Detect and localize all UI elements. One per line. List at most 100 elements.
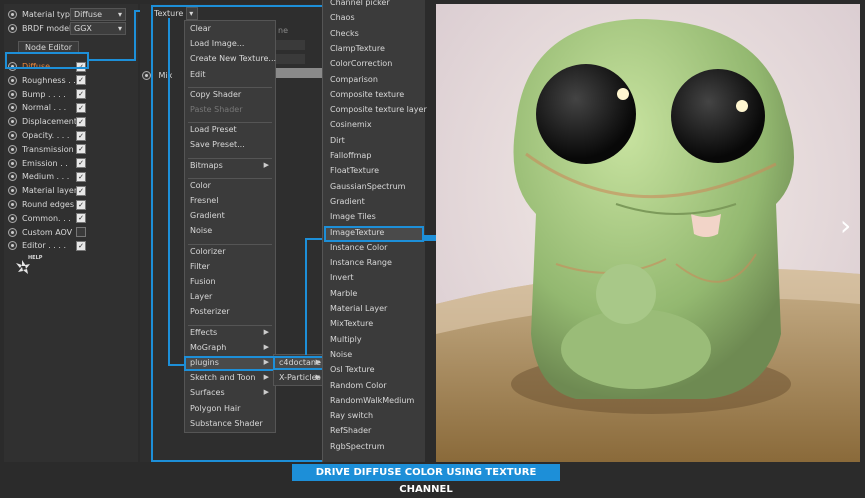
texture-list-item[interactable]: Material Layer [330,304,387,313]
menu-item-effects[interactable]: Effects [190,328,217,337]
radio-icon[interactable] [8,24,17,33]
channel-row[interactable]: Emission . . ✓ [8,157,86,170]
menu-item-create-new-texture[interactable]: Create New Texture... [190,54,276,63]
texture-list-item[interactable]: RgbSpectrum [330,442,384,451]
checkbox[interactable]: ✓ [76,199,86,210]
radio-icon[interactable] [8,172,17,182]
texture-header[interactable]: Texture ▾ [154,7,199,20]
menu-item-fusion[interactable]: Fusion [190,277,216,286]
radio-icon[interactable] [8,227,17,237]
channel-row[interactable]: Opacity. . . . ✓ [8,129,86,142]
texture-list-item[interactable]: Composite texture layer [330,105,427,114]
radio-icon[interactable] [8,158,17,168]
radio-icon[interactable] [8,241,17,251]
menu-item-colorizer[interactable]: Colorizer [190,247,226,256]
texture-list-item[interactable]: GaussianSpectrum [330,182,405,191]
checkbox[interactable]: ✓ [76,130,86,141]
menu-item-surfaces[interactable]: Surfaces [190,388,225,397]
checkbox[interactable]: ✓ [76,158,86,169]
radio-icon[interactable] [142,71,151,80]
brdf-select[interactable]: GGX ▾ [70,22,126,35]
texture-list-item[interactable]: Chaos [330,13,355,22]
menu-item-edit[interactable]: Edit [190,70,206,79]
help-icon[interactable]: HELP [12,255,42,280]
texture-list-item[interactable]: Noise [330,350,352,359]
menu-item-color[interactable]: Color [190,181,211,190]
texture-list-item[interactable]: RandomWalkMedium [330,396,414,405]
material-type-select[interactable]: Diffuse ▾ [70,8,126,21]
menu-item-paste-shader[interactable]: Paste Shader [190,105,242,114]
menu-item-gradient[interactable]: Gradient [190,211,225,220]
texture-list-item[interactable]: Invert [330,273,354,282]
checkbox[interactable] [76,227,86,238]
radio-icon[interactable] [8,117,17,127]
channel-row[interactable]: Editor . . . . ✓ [8,239,86,252]
texture-list-item[interactable]: Random Color [330,381,387,390]
texture-list-item[interactable]: RefShader [330,426,371,435]
texture-list-item[interactable]: FloatTexture [330,166,379,175]
texture-list-item[interactable]: Dirt [330,136,345,145]
channel-row[interactable]: Bump . . . . ✓ [8,88,86,101]
checkbox[interactable]: ✓ [76,116,86,127]
menu-item-mograph[interactable]: MoGraph [190,343,226,352]
checkbox[interactable]: ✓ [76,171,86,182]
radio-icon[interactable] [8,144,17,154]
channel-row[interactable]: Common. . . ✓ [8,212,86,225]
menu-item-copy-shader[interactable]: Copy Shader [190,90,241,99]
channel-row[interactable]: Material layer ✓ [8,184,86,197]
checkbox[interactable]: ✓ [76,185,86,196]
texture-list-item[interactable]: Instance Range [330,258,392,267]
texture-list-item[interactable]: Image Tiles [330,212,376,221]
channel-row[interactable]: Medium . . . ✓ [8,170,86,183]
channel-row[interactable]: Roughness . . ✓ [8,74,86,87]
texture-list-item[interactable]: Checks [330,29,359,38]
radio-icon[interactable] [8,131,17,140]
radio-icon[interactable] [8,89,17,99]
menu-item-polygon-hair[interactable]: Polygon Hair [190,404,240,413]
texture-list-item[interactable]: Marble [330,289,357,298]
texture-list-item[interactable]: Cosinemix [330,120,372,129]
submenu-item-c4doctane[interactable]: c4doctane [279,358,321,367]
texture-list-item[interactable]: Falloffmap [330,151,371,160]
texture-list-item[interactable]: ColorCorrection [330,59,392,68]
channel-row[interactable]: Displacement ✓ [8,115,86,128]
texture-list-item[interactable]: ImageTexture [330,228,384,237]
texture-list-item[interactable]: Multiply [330,335,362,344]
texture-list-item[interactable]: Channel picker [330,0,390,7]
checkbox[interactable]: ✓ [76,213,86,224]
checkbox[interactable]: ✓ [76,75,86,86]
menu-item-load-image[interactable]: Load Image... [190,39,244,48]
texture-list-item[interactable]: MixTexture [330,319,373,328]
checkbox[interactable]: ✓ [76,240,86,251]
channel-row[interactable]: Transmission ✓ [8,143,86,156]
radio-icon[interactable] [8,200,17,209]
menu-item-fresnel[interactable]: Fresnel [190,196,218,205]
radio-icon[interactable] [8,10,17,19]
menu-item-load-preset[interactable]: Load Preset [190,125,237,134]
menu-item-layer[interactable]: Layer [190,292,212,301]
menu-item-noise[interactable]: Noise [190,226,212,235]
menu-item-sketch-and-toon[interactable]: Sketch and Toon [190,373,255,382]
radio-icon[interactable] [8,103,17,113]
checkbox[interactable]: ✓ [76,89,86,100]
texture-list-item[interactable]: Composite texture [330,90,404,99]
menu-item-save-preset[interactable]: Save Preset... [190,140,245,149]
menu-item-plugins[interactable]: plugins [190,358,219,367]
texture-list-item[interactable]: Ray switch [330,411,373,420]
radio-icon[interactable] [8,75,17,85]
checkbox[interactable]: ✓ [76,144,86,155]
menu-item-filter[interactable]: Filter [190,262,210,271]
submenu-item-x-particles[interactable]: X-Particles [279,373,321,382]
texture-dropdown[interactable]: ▾ [186,7,199,20]
channel-row[interactable]: Round edges ✓ [8,198,86,211]
chevron-right-icon[interactable]: › [840,209,851,242]
texture-list-item[interactable]: Gradient [330,197,365,206]
menu-item-substance-shader[interactable]: Substance Shader [190,419,263,428]
menu-item-bitmaps[interactable]: Bitmaps [190,161,223,170]
menu-item-clear[interactable]: Clear [190,24,211,33]
texture-list-item[interactable]: Instance Color [330,243,387,252]
channel-row[interactable]: Custom AOV [8,226,86,239]
menu-item-posterizer[interactable]: Posterizer [190,307,230,316]
channel-row[interactable]: Normal . . . ✓ [8,101,86,114]
texture-list-item[interactable]: ClampTexture [330,44,385,53]
